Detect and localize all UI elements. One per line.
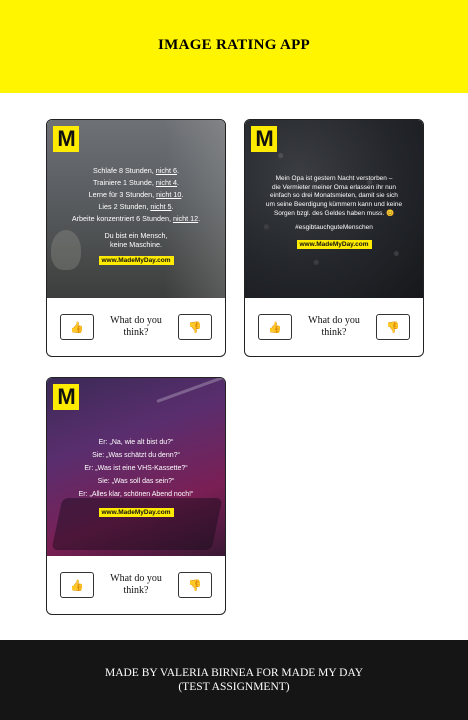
card-footer: 👍 What do you think? 👎 [47,556,225,614]
dislike-button[interactable]: 👎 [178,314,212,340]
footer-credit-line: (TEST ASSIGNMENT) [178,681,290,693]
caption-line: Sorgen bzgl. des Geldes haben muss. 😊 [273,209,395,217]
card-footer: 👍 What do you think? 👎 [245,298,423,356]
caption-hashtag: #esgibtauchguteMenschen [295,224,373,232]
image-card: M Er: „Na, wie alt bist du?“ Sie: „Was s… [46,377,226,615]
caption-closing: keine Maschine. [110,240,162,249]
page-title: IMAGE RATING APP [157,36,311,53]
caption-closing: Du bist ein Mensch, [104,231,168,240]
app-footer: MADE BY VALERIA BIRNEA FOR MADE MY DAY (… [0,640,468,720]
footer-credit-line: MADE BY VALERIA BIRNEA FOR MADE MY DAY [104,667,364,679]
card-image: M Mein Opa ist gestern Nacht verstorben … [245,120,423,298]
caption-line: Sie: „Was soll das sein?“ [97,477,175,485]
caption-line: Lies 2 Stunden, nicht 5. [98,202,174,211]
rating-prompt: What do you think? [110,572,162,597]
thumbs-down-icon: 👎 [188,320,202,334]
image-caption: Schlafe 8 Stunden, nicht 6. Trainiere 1 … [72,165,200,249]
caption-line: Sie: „Was schätzt du denn?“ [92,451,180,459]
image-caption: Er: „Na, wie alt bist du?“ Sie: „Was sch… [79,436,194,501]
site-badge: www.MadeMyDay.com [98,507,174,517]
site-badge: www.MadeMyDay.com [98,256,174,265]
brand-logo: M [53,126,79,152]
image-card: M Mein Opa ist gestern Nacht verstorben … [244,119,424,357]
dislike-button[interactable]: 👎 [178,572,212,598]
caption-line: Mein Opa ist gestern Nacht verstorben – [275,175,393,183]
caption-line: Er: „Na, wie alt bist du?“ [98,438,174,446]
rating-prompt: What do you think? [110,314,162,339]
site-badge: www.MadeMyDay.com [296,239,372,249]
image-caption: Mein Opa ist gestern Nacht verstorben – … [266,175,402,233]
caption-line: Schlafe 8 Stunden, nicht 6. [93,166,179,175]
image-card: M Schlafe 8 Stunden, nicht 6. Trainiere … [46,119,226,357]
thumbs-down-icon: 👎 [386,320,400,334]
brand-logo: M [53,384,79,410]
light-stripe-decor [156,378,224,403]
card-image: M Schlafe 8 Stunden, nicht 6. Trainiere … [47,120,225,298]
caption-line: Trainiere 1 Stunde, nicht 4. [92,178,180,187]
thumbs-down-icon: 👎 [188,578,202,592]
card-footer: 👍 What do you think? 👎 [47,298,225,356]
brand-logo: M [251,126,277,152]
caption-line: Er: „Alles klar, schönen Abend noch!“ [78,490,194,498]
caption-line: Lerne für 3 Stunden, nicht 10. [88,190,184,199]
like-button[interactable]: 👍 [60,572,94,598]
like-button[interactable]: 👍 [258,314,292,340]
caption-line: um seine Beerdigung kümmern kann und kei… [265,201,403,208]
like-button[interactable]: 👍 [60,314,94,340]
thumbs-up-icon: 👍 [70,320,84,334]
caption-line: Arbeite konzentriert 6 Stunden, nicht 12… [71,214,201,223]
rating-prompt: What do you think? [308,314,360,339]
vhs-tape-decor [51,498,223,550]
footer-credit: MADE BY VALERIA BIRNEA FOR MADE MY DAY (… [105,666,363,694]
caption-line: die Vermieter meiner Oma erlassen ihr nu… [272,183,396,191]
thumbs-up-icon: 👍 [268,320,282,334]
app-header: IMAGE RATING APP [0,0,468,93]
thumbs-up-icon: 👍 [70,578,84,592]
caption-line: einfach so drei Monatsmieten, damit sie … [270,192,398,200]
caption-line: Er: „Was ist eine VHS-Kassette?“ [84,464,188,472]
card-image: M Er: „Na, wie alt bist du?“ Sie: „Was s… [47,378,225,556]
dislike-button[interactable]: 👎 [376,314,410,340]
